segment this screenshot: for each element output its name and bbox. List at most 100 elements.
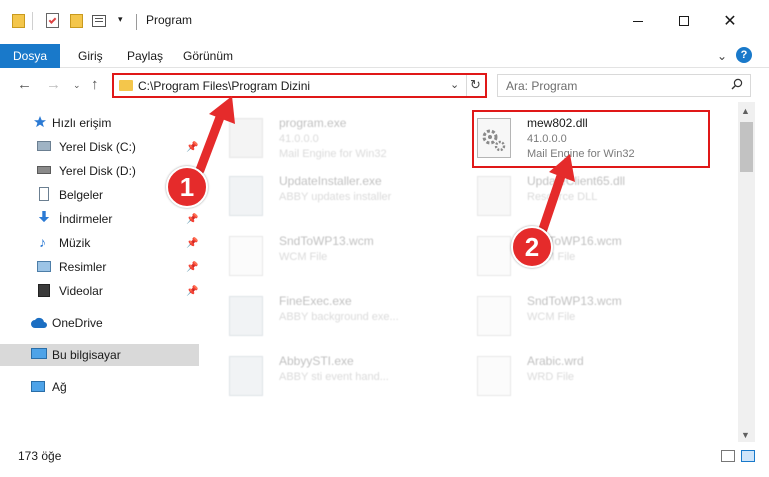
document-icon (39, 187, 49, 201)
tab-home[interactable]: Giriş (78, 49, 103, 63)
file-item-abbyysti-exe[interactable]: AbbyySTI.exe ABBY sti event hand... (223, 348, 463, 404)
separator (136, 14, 137, 30)
item-count: 173 öğe (18, 449, 62, 463)
up-arrow-icon[interactable]: ↑ (91, 76, 99, 93)
properties-icon[interactable] (46, 12, 62, 30)
customize-qa-chevron-icon[interactable]: ▾ (118, 14, 123, 25)
file-item-updateclient-dll[interactable]: UpdateClient65.dll Resource DLL (471, 168, 711, 224)
recent-locations-chevron-icon[interactable]: ⌄ (73, 80, 81, 91)
file-name: SndToWP13.wcm (527, 294, 622, 308)
drive-icon (37, 141, 51, 151)
sidebar-item-label: Resimler (59, 260, 107, 274)
sidebar-item-local-disk-c[interactable]: Yerel Disk (C:) 📌 (0, 136, 199, 158)
exe-file-icon (229, 176, 263, 216)
tab-file[interactable]: Dosya (0, 44, 60, 68)
sidebar-item-pictures[interactable]: Resimler 📌 (0, 256, 199, 278)
highlight-box (472, 110, 710, 168)
blank-file-icon (477, 356, 511, 396)
back-arrow-icon[interactable]: ← (17, 76, 32, 93)
pin-icon[interactable]: 📌 (186, 262, 198, 273)
file-description: Resource DLL (527, 191, 598, 203)
callout-2: 2 (511, 226, 553, 268)
file-name: UpdateInstaller.exe (279, 174, 382, 188)
drive-icon (37, 166, 51, 174)
sidebar-item-this-pc[interactable]: Bu bilgisayar (0, 344, 199, 366)
status-bar: 173 öğe (0, 444, 769, 468)
file-description: WCM File (527, 311, 576, 323)
file-item-fineexec-exe[interactable]: FineExec.exe ABBY background exe... (223, 288, 463, 344)
maximize-icon (679, 16, 689, 26)
forward-arrow-icon[interactable]: → (46, 76, 61, 93)
pin-icon[interactable]: 📌 (186, 142, 198, 153)
sidebar-item-quick-access[interactable]: Hızlı erişim (0, 112, 199, 134)
search-input[interactable]: Ara: Program (497, 74, 751, 97)
ribbon: Dosya Giriş Paylaş Görünüm ⌄ ? (0, 40, 769, 68)
file-item-arabic-wrd[interactable]: Arabic.wrd WRD File (471, 348, 711, 404)
computer-icon (31, 348, 47, 359)
navigation-bar: ← → ⌄ ↑ C:\Program Files\Program Dizini … (0, 68, 769, 102)
minimize-icon (633, 20, 643, 22)
file-description: WRD File (527, 371, 575, 383)
pin-icon[interactable]: 📌 (186, 286, 198, 297)
sidebar-item-label: Bu bilgisayar (52, 348, 121, 362)
address-bar[interactable]: C:\Program Files\Program Dizini ⌄ ↻ (112, 73, 487, 98)
file-item-updateinstaller-exe[interactable]: UpdateInstaller.exe ABBY updates install… (223, 168, 463, 224)
refresh-icon[interactable]: ↻ (470, 77, 481, 93)
search-icon[interactable] (731, 78, 743, 93)
large-icons-view-icon[interactable] (741, 450, 755, 462)
details-view-icon[interactable] (721, 450, 735, 462)
file-item-sndtowp13-wcm[interactable]: SndToWP13.wcm WCM File (223, 228, 463, 284)
address-dropdown-chevron-icon[interactable]: ⌄ (450, 78, 459, 91)
sidebar-item-onedrive[interactable]: OneDrive (0, 312, 199, 334)
sidebar-item-label: OneDrive (52, 316, 103, 330)
search-placeholder: Ara: Program (506, 79, 578, 93)
tab-view[interactable]: Görünüm (183, 49, 233, 63)
file-name: UpdateClient65.dll (527, 174, 626, 188)
file-item-sndtowp16-wcm[interactable]: SndToWP16.wcm WCM File (471, 228, 711, 284)
close-button[interactable]: ✕ (707, 8, 753, 34)
scroll-up-icon[interactable]: ▲ (741, 106, 750, 116)
file-description: ABBY background exe... (279, 311, 399, 323)
new-folder-icon[interactable] (70, 12, 84, 30)
folder-icon[interactable] (12, 12, 26, 30)
gear-file-icon (477, 176, 511, 216)
navigation-pane: Hızlı erişim Yerel Disk (C:) 📌 Yerel Dis… (0, 102, 205, 442)
download-arrow-icon (38, 211, 50, 223)
sidebar-item-videos[interactable]: Videolar 📌 (0, 280, 199, 302)
pin-icon[interactable]: 📌 (186, 238, 198, 249)
vertical-scrollbar[interactable]: ▲ ▼ (738, 102, 755, 442)
sidebar-item-label: Ağ (52, 380, 67, 394)
separator (32, 12, 33, 30)
pin-icon[interactable]: 📌 (186, 214, 198, 225)
scroll-thumb[interactable] (740, 122, 753, 172)
maximize-button[interactable] (661, 8, 707, 34)
sidebar-item-downloads[interactable]: İndirmeler 📌 (0, 208, 199, 230)
expand-ribbon-chevron-icon[interactable]: ⌄ (717, 49, 727, 63)
separator (466, 75, 467, 96)
file-name: FineExec.exe (279, 294, 352, 308)
music-note-icon: ♪ (39, 234, 46, 250)
network-icon (31, 381, 45, 392)
sidebar-item-label: Belgeler (59, 188, 104, 202)
film-icon (38, 284, 50, 297)
sidebar-item-label: Müzik (59, 236, 91, 250)
file-item-program-exe[interactable]: program.exe 41.0.0.0 Mail Engine for Win… (223, 110, 463, 166)
sidebar-item-label: Yerel Disk (C:) (59, 140, 136, 154)
blank-file-icon (229, 236, 263, 276)
minimize-button[interactable] (615, 8, 661, 34)
file-item-sndtowp13-wcm-2[interactable]: SndToWP13.wcm WCM File (471, 288, 711, 344)
file-name: Arabic.wrd (527, 354, 584, 368)
tab-share[interactable]: Paylaş (127, 49, 163, 63)
sidebar-item-music[interactable]: ♪ Müzik 📌 (0, 232, 199, 254)
exe-file-icon (229, 356, 263, 396)
scroll-down-icon[interactable]: ▼ (741, 430, 750, 440)
sidebar-item-network[interactable]: Ağ (0, 376, 199, 398)
sidebar-item-label: Videolar (59, 284, 103, 298)
file-description: Mail Engine for Win32 (279, 148, 387, 160)
view-icon[interactable] (92, 12, 110, 30)
exe-file-icon (229, 296, 263, 336)
close-icon: ✕ (723, 13, 737, 30)
address-path[interactable]: C:\Program Files\Program Dizini (138, 79, 310, 93)
help-icon[interactable]: ? (736, 47, 752, 63)
file-version: 41.0.0.0 (279, 133, 319, 145)
